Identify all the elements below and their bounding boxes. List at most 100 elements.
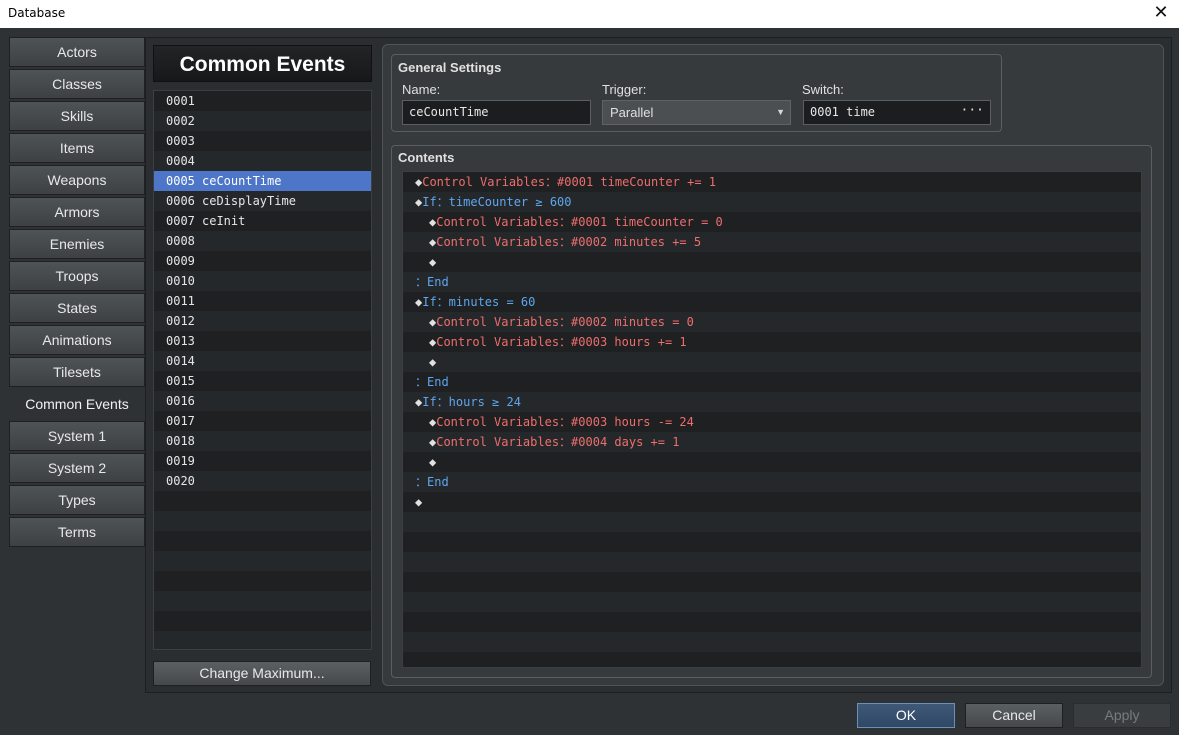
command-row[interactable]: ◆Control Variables：#0001 timeCounter = 0 [403,212,1141,232]
list-item[interactable]: 0018 [154,431,371,451]
tab-states[interactable]: States [9,293,145,323]
empty-row [403,512,1141,532]
list-item[interactable]: 0003 [154,131,371,151]
list-item[interactable]: 0010 [154,271,371,291]
empty-row [154,531,371,551]
command-text: ：End [415,375,449,389]
event-number: 0017 [166,414,195,428]
list-item[interactable]: 0002 [154,111,371,131]
event-number: 0001 [166,94,195,108]
command-text: Control Variables：#0001 timeCounter += 1 [422,175,716,189]
tab-classes[interactable]: Classes [9,69,145,99]
command-row[interactable]: ◆If：hours ≥ 24 [403,392,1141,412]
event-number: 0004 [166,154,195,168]
list-item[interactable]: 0006 ceDisplayTime [154,191,371,211]
event-name: ceInit [202,214,246,228]
command-row[interactable]: ◆Control Variables：#0003 hours -= 24 [403,412,1141,432]
switch-label: Switch: [802,82,844,97]
list-item[interactable]: 0009 [154,251,371,271]
event-number: 0005 [166,174,195,188]
tab-enemies[interactable]: Enemies [9,229,145,259]
ok-button[interactable]: OK [857,703,955,728]
tab-system-1[interactable]: System 1 [9,421,145,451]
tab-troops[interactable]: Troops [9,261,145,291]
command-text: Control Variables：#0004 days += 1 [436,435,680,449]
event-number: 0020 [166,474,195,488]
name-input[interactable]: ceCountTime [402,100,591,125]
ellipsis-icon[interactable]: ··· [961,99,984,122]
list-item[interactable]: 0007 ceInit [154,211,371,231]
tab-system-2[interactable]: System 2 [9,453,145,483]
diamond-icon: ◆ [429,455,437,469]
tab-types[interactable]: Types [9,485,145,515]
list-item[interactable]: 0014 [154,351,371,371]
command-row[interactable]: ◆Control Variables：#0004 days += 1 [403,432,1141,452]
command-text: Control Variables：#0001 timeCounter = 0 [436,215,723,229]
tab-common-events[interactable]: Common Events [9,389,145,419]
list-item[interactable]: 0008 [154,231,371,251]
change-maximum-button[interactable]: Change Maximum... [153,661,371,686]
switch-value: 0001 time [810,105,876,119]
command-row[interactable]: ：End [403,472,1141,492]
command-row[interactable]: ◆ [403,252,1141,272]
general-settings-title: General Settings [398,60,502,75]
tab-animations[interactable]: Animations [9,325,145,355]
contents-title: Contents [398,150,455,165]
list-item[interactable]: 0019 [154,451,371,471]
command-text: ：End [415,475,449,489]
tab-skills[interactable]: Skills [9,101,145,131]
command-row[interactable]: ◆Control Variables：#0003 hours += 1 [403,332,1141,352]
list-item[interactable]: 0017 [154,411,371,431]
command-text: ：End [415,275,449,289]
command-text: Control Variables：#0003 hours += 1 [436,335,687,349]
list-item[interactable]: 0013 [154,331,371,351]
event-number: 0009 [166,254,195,268]
empty-row [403,612,1141,632]
cancel-button[interactable]: Cancel [965,703,1063,728]
list-item[interactable]: 0020 [154,471,371,491]
list-item[interactable]: 0012 [154,311,371,331]
command-row[interactable]: ：End [403,272,1141,292]
tab-armors[interactable]: Armors [9,197,145,227]
tab-actors[interactable]: Actors [9,37,145,67]
list-item[interactable]: 0001 [154,91,371,111]
command-row[interactable]: ◆ [403,352,1141,372]
command-row[interactable]: ：End [403,372,1141,392]
tab-items[interactable]: Items [9,133,145,163]
empty-row [403,572,1141,592]
trigger-select[interactable]: Parallel ▼ [602,100,791,125]
chevron-down-icon: ▼ [776,107,785,117]
command-row[interactable]: ◆Control Variables：#0002 minutes += 5 [403,232,1141,252]
command-row[interactable]: ◆Control Variables：#0002 minutes = 0 [403,312,1141,332]
tab-terms[interactable]: Terms [9,517,145,547]
list-item[interactable]: 0005 ceCountTime [154,171,371,191]
event-name: ceCountTime [202,174,282,188]
empty-row [154,571,371,591]
command-row[interactable]: ◆ [403,452,1141,472]
list-item[interactable]: 0011 [154,291,371,311]
tab-tilesets[interactable]: Tilesets [9,357,145,387]
command-row[interactable]: ◆Control Variables：#0001 timeCounter += … [403,172,1141,192]
common-events-header: Common Events [153,45,372,82]
command-row[interactable]: ◆If：timeCounter ≥ 600 [403,192,1141,212]
common-events-list[interactable]: 0001 0002 0003 0004 0005 ceCountTime 0006 ceDis… [153,90,372,650]
list-item[interactable]: 0004 [154,151,371,171]
diamond-icon: ◆ [429,355,437,369]
switch-field[interactable]: 0001 time ··· [803,100,991,125]
apply-button[interactable]: Apply [1073,703,1171,728]
empty-row [403,552,1141,572]
name-label: Name: [402,82,441,97]
command-text: Control Variables：#0002 minutes += 5 [436,235,702,249]
empty-row [154,611,371,631]
tab-weapons[interactable]: Weapons [9,165,145,195]
event-number: 0002 [166,114,195,128]
event-command-list[interactable]: ◆ Control Variables：#0001 timeCounter += … [402,171,1142,668]
trigger-value: Parallel [610,105,654,120]
command-row[interactable]: ◆ [403,492,1141,512]
command-row[interactable]: ◆If：minutes = 60 [403,292,1141,312]
list-item[interactable]: 0016 [154,391,371,411]
command-text: If：hours ≥ 24 [422,395,521,409]
event-number: 0006 [166,194,195,208]
list-item[interactable]: 0015 [154,371,371,391]
close-icon[interactable]: ✕ [1151,2,1171,24]
